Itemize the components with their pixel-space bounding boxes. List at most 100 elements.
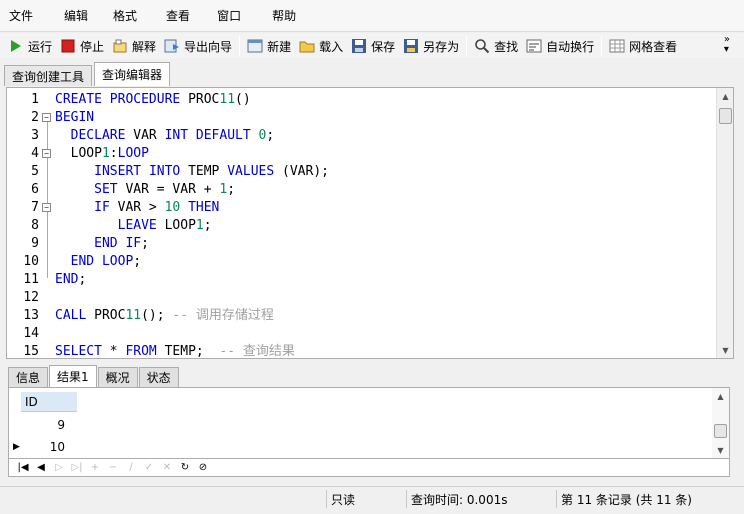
code-line[interactable]: 7− IF VAR > 10 THEN — [31, 199, 715, 217]
code-line[interactable]: 4− LOOP1:LOOP — [31, 145, 715, 163]
code-line[interactable]: 8 LEAVE LOOP1; — [31, 217, 715, 235]
menu-help[interactable]: 帮助 — [241, 7, 296, 24]
add-record-icon[interactable]: + — [87, 461, 103, 475]
code-line[interactable]: 13 CALL PROC11(); -- 调用存储过程 — [23, 307, 715, 325]
line-number: 13 — [23, 308, 39, 323]
tab-query-editor[interactable]: 查询编辑器 — [94, 62, 171, 86]
code-text: IF VAR > 10 THEN — [94, 200, 220, 215]
line-number: 4 — [31, 146, 39, 161]
code-line[interactable]: 15 SELECT * FROM TEMP; -- 查询结果 — [23, 343, 715, 359]
code-line[interactable]: 1 CREATE PROCEDURE PROC11() — [31, 91, 715, 109]
fold-toggle-icon[interactable]: − — [42, 113, 51, 122]
export-wizard-button[interactable]: 导出向导 — [160, 35, 236, 57]
status-mode: 只读 — [326, 490, 406, 508]
scroll-up-icon[interactable]: ▲ — [717, 88, 733, 104]
tab-profile[interactable]: 概况 — [97, 367, 138, 387]
menu-format[interactable]: 格式 — [88, 7, 137, 24]
code-line[interactable]: 2− BEGIN — [31, 109, 715, 127]
scroll-up-icon[interactable]: ▲ — [712, 388, 729, 404]
result-tabs: 信息 结果1 概况 状态 — [8, 365, 180, 387]
code-line[interactable]: 14 — [23, 325, 715, 343]
code-text: SELECT * FROM TEMP; -- 查询结果 — [55, 344, 295, 359]
edit-record-icon[interactable]: ∕ — [123, 461, 139, 475]
code-line[interactable]: 6 SET VAR = VAR + 1; — [31, 181, 715, 199]
fold-toggle-icon[interactable]: − — [42, 203, 51, 212]
prev-record-icon[interactable]: ◀ — [33, 461, 49, 475]
result-grid[interactable]: ID 9 ▶ 10 ▲ ▼ — [8, 387, 730, 459]
refresh-icon[interactable]: ↻ — [177, 461, 193, 475]
code-line[interactable]: 3 DECLARE VAR INT DEFAULT 0; — [31, 127, 715, 145]
toolbar-separator — [601, 36, 603, 56]
tab-status[interactable]: 状态 — [138, 367, 179, 387]
run-button[interactable]: 运行 — [0, 35, 56, 57]
find-button[interactable]: 查找 — [470, 35, 522, 57]
code-line[interactable]: 10 END LOOP; — [23, 253, 715, 271]
toolbar: 运行 停止 解释 导出向导 新建 载入 保存 另存为 查找 自动换行 网格查看 … — [0, 33, 744, 59]
word-wrap-icon — [526, 38, 542, 54]
code-text: DECLARE VAR INT DEFAULT 0; — [70, 128, 275, 143]
apply-record-icon[interactable]: ✓ — [141, 461, 157, 475]
first-record-icon[interactable]: |◀ — [15, 461, 31, 475]
column-header-id[interactable]: ID — [21, 392, 77, 412]
tab-result1[interactable]: 结果1 — [49, 365, 97, 387]
status-bar: 只读 查询时间: 0.001s 第 11 条记录 (共 11 条) — [0, 486, 744, 510]
code-area[interactable]: 1 CREATE PROCEDURE PROC11() 2− BEGIN 3 DECLA… — [23, 91, 715, 359]
new-button[interactable]: 新建 — [243, 35, 295, 57]
scrollbar-thumb[interactable] — [714, 424, 727, 438]
result-scrollbar[interactable]: ▲ ▼ — [712, 388, 729, 458]
line-number: 1 — [31, 92, 39, 107]
record-navigator: |◀ ◀ ▷ ▷| + − ∕ ✓ ✕ ↻ ⊘ — [8, 459, 730, 477]
last-record-icon[interactable]: ▷| — [69, 461, 85, 475]
cancel-record-icon[interactable]: ✕ — [159, 461, 175, 475]
tab-info[interactable]: 信息 — [8, 367, 49, 387]
toolbar-separator — [239, 36, 241, 56]
code-line[interactable]: 9 END IF; — [31, 235, 715, 253]
toolbar-separator — [466, 36, 468, 56]
menu-window[interactable]: 窗口 — [190, 7, 241, 24]
status-query-time: 查询时间: 0.001s — [406, 490, 554, 508]
tab-query-builder[interactable]: 查询创建工具 — [4, 65, 93, 86]
menu-view[interactable]: 查看 — [137, 7, 190, 24]
delete-record-icon[interactable]: − — [105, 461, 121, 475]
line-number: 12 — [23, 290, 39, 305]
code-text: CREATE PROCEDURE PROC11() — [55, 92, 251, 107]
table-row[interactable]: ▶ 10 — [9, 436, 79, 458]
menu-file[interactable]: 文件 — [0, 7, 33, 24]
cell-id[interactable]: 9 — [57, 418, 65, 432]
stop-refresh-icon[interactable]: ⊘ — [195, 461, 211, 475]
code-line[interactable]: 12 — [23, 289, 715, 307]
word-wrap-button[interactable]: 自动换行 — [522, 35, 598, 57]
code-text: SET VAR = VAR + 1; — [94, 182, 236, 197]
line-number: 5 — [31, 164, 39, 179]
stop-button[interactable]: 停止 — [56, 35, 108, 57]
save-as-button[interactable]: 另存为 — [399, 35, 463, 57]
line-number: 10 — [23, 254, 39, 269]
editor-scrollbar[interactable]: ▲ ▼ — [716, 88, 733, 358]
cell-id[interactable]: 10 — [50, 440, 65, 454]
table-row[interactable]: 9 — [9, 414, 79, 436]
code-text: CALL PROC11(); -- 调用存储过程 — [55, 308, 274, 323]
editor-tabs: 查询创建工具 查询编辑器 — [4, 62, 172, 86]
load-button[interactable]: 载入 — [295, 35, 347, 57]
stop-icon — [60, 38, 76, 54]
code-line[interactable]: 5 INSERT INTO TEMP VALUES (VAR); — [31, 163, 715, 181]
explain-button[interactable]: 解释 — [108, 35, 160, 57]
line-number: 15 — [23, 344, 39, 359]
fold-toggle-icon[interactable]: − — [42, 149, 51, 158]
folder-icon — [299, 38, 315, 54]
line-number: 7 — [31, 200, 39, 215]
scroll-down-icon[interactable]: ▼ — [717, 342, 733, 358]
code-line[interactable]: 11 END; — [23, 271, 715, 289]
menu-edit[interactable]: 编辑 — [33, 7, 88, 24]
sql-editor[interactable]: 1 CREATE PROCEDURE PROC11() 2− BEGIN 3 DECLA… — [6, 87, 734, 359]
scroll-down-icon[interactable]: ▼ — [712, 442, 729, 458]
grid-view-button[interactable]: 网格查看 — [605, 35, 681, 57]
line-number: 11 — [23, 272, 39, 287]
save-button[interactable]: 保存 — [347, 35, 399, 57]
scrollbar-thumb[interactable] — [719, 108, 732, 124]
save-icon — [351, 38, 367, 54]
line-number: 14 — [23, 326, 39, 341]
toolbar-overflow-icon[interactable]: » ▾ — [724, 35, 730, 55]
next-record-icon[interactable]: ▷ — [51, 461, 67, 475]
code-text: END; — [55, 272, 87, 287]
